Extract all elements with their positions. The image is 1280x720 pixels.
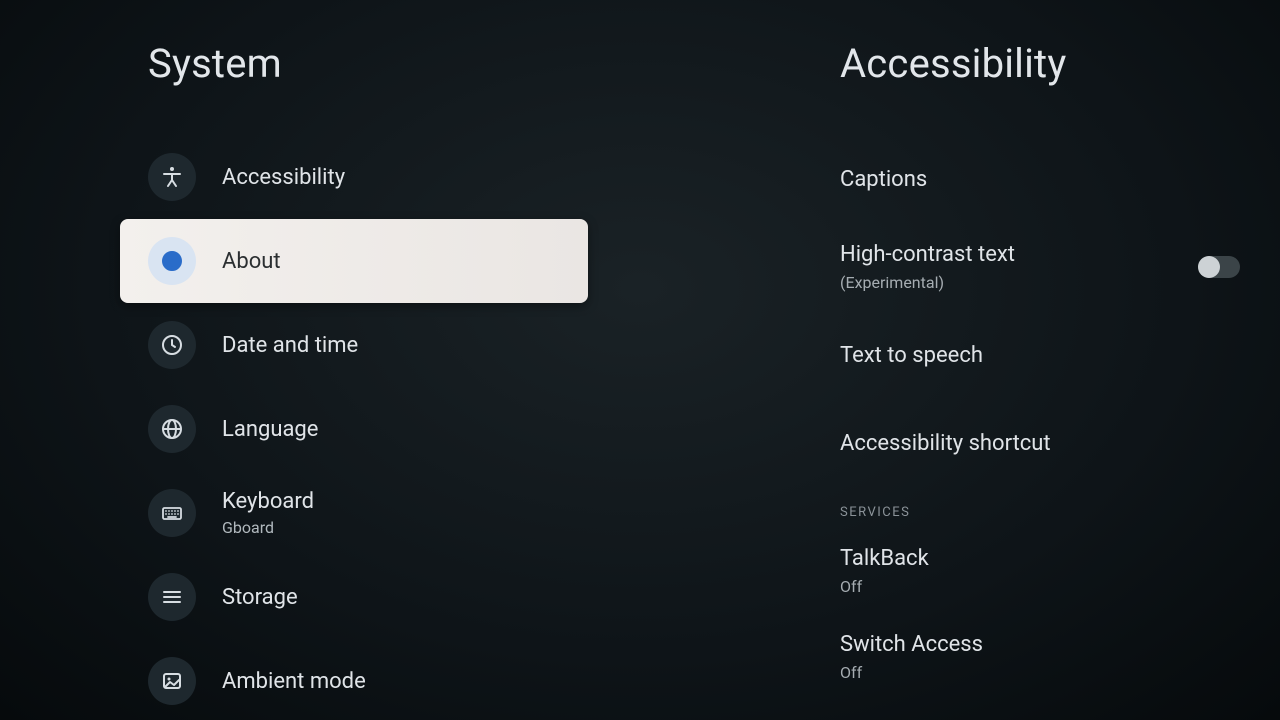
menu-item-sublabel: Gboard <box>222 518 314 537</box>
storage-icon <box>148 573 196 621</box>
accessibility-icon <box>148 153 196 201</box>
option-label: Accessibility shortcut <box>840 431 1051 456</box>
service-talkback[interactable]: TalkBack Off <box>840 528 1240 614</box>
option-label: Text to speech <box>840 343 983 368</box>
toggle-knob <box>1198 256 1220 278</box>
option-label: High-contrast text <box>840 242 1015 267</box>
system-panel-title: System <box>148 40 720 87</box>
menu-item-label: Storage <box>222 585 298 610</box>
menu-item-label: Date and time <box>222 333 358 358</box>
clock-icon <box>148 321 196 369</box>
menu-item-label: Accessibility <box>222 165 345 190</box>
service-sublabel: Off <box>840 577 929 596</box>
menu-item-about[interactable]: About <box>120 219 588 303</box>
option-captions[interactable]: Captions <box>840 135 1240 223</box>
option-accessibility-shortcut[interactable]: Accessibility shortcut <box>840 399 1240 487</box>
accessibility-options-list: Captions High-contrast text (Experimenta… <box>840 135 1240 700</box>
info-icon <box>148 237 196 285</box>
ambient-icon <box>148 657 196 705</box>
menu-item-keyboard[interactable]: Keyboard Gboard <box>120 471 720 555</box>
menu-item-date-time[interactable]: Date and time <box>120 303 720 387</box>
menu-item-label: About <box>222 249 281 274</box>
service-label: Switch Access <box>840 632 983 657</box>
menu-item-storage[interactable]: Storage <box>120 555 720 639</box>
high-contrast-toggle[interactable] <box>1198 256 1240 278</box>
service-sublabel: Off <box>840 663 983 682</box>
menu-item-accessibility[interactable]: Accessibility <box>120 135 720 219</box>
accessibility-panel-title: Accessibility <box>840 40 1240 87</box>
menu-item-label: Keyboard <box>222 489 314 514</box>
option-label: Captions <box>840 167 927 192</box>
system-menu-list: Accessibility About Date and time <box>148 135 720 720</box>
menu-item-ambient-mode[interactable]: Ambient mode <box>120 639 720 720</box>
option-text-to-speech[interactable]: Text to speech <box>840 311 1240 399</box>
system-panel: System Accessibility About <box>0 0 720 720</box>
option-sublabel: (Experimental) <box>840 273 1015 292</box>
accessibility-panel: Accessibility Captions High-contrast tex… <box>720 0 1280 720</box>
menu-item-label: Ambient mode <box>222 669 366 694</box>
option-high-contrast-text[interactable]: High-contrast text (Experimental) <box>840 223 1240 311</box>
service-switch-access[interactable]: Switch Access Off <box>840 614 1240 700</box>
menu-item-label: Language <box>222 417 318 442</box>
keyboard-icon <box>148 489 196 537</box>
service-label: TalkBack <box>840 546 929 571</box>
services-section-label: SERVICES <box>840 505 1240 520</box>
menu-item-language[interactable]: Language <box>120 387 720 471</box>
globe-icon <box>148 405 196 453</box>
